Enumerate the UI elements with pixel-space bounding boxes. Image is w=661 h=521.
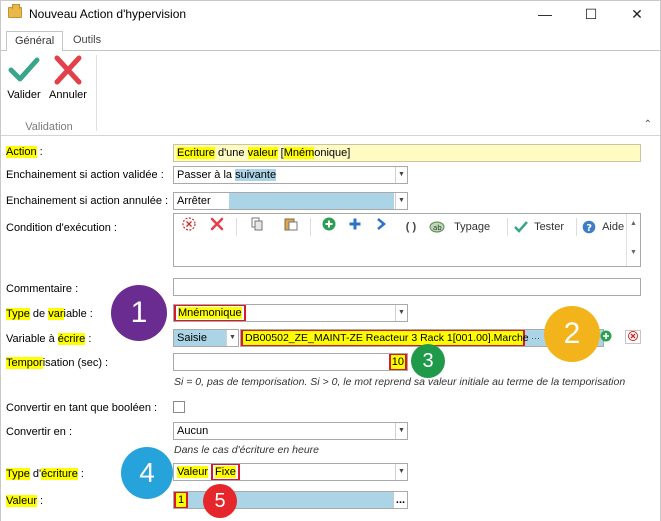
minimize-button[interactable]: — [522, 1, 568, 27]
variable-browse-button[interactable]: ··· [531, 330, 540, 346]
type-variable-select[interactable]: Mnémonique ▼ [173, 304, 408, 322]
ribbon: Valider Annuler Validation ⌃ [1, 51, 660, 136]
tab-general[interactable]: Général [6, 31, 64, 52]
enchainement-annulee-label: Enchainement si action annulée : [6, 195, 169, 207]
temporisation-label: Temporisation (sec) : [6, 357, 109, 369]
check-icon [8, 57, 40, 82]
callout-badge-5: 5 [203, 484, 237, 518]
chevron-down-icon: ▼ [395, 305, 407, 321]
chevron-down-icon: ▼ [395, 423, 407, 439]
toolbar-divider [310, 218, 311, 236]
booleen-label: Convertir en tant que booléen : [6, 402, 158, 414]
annuler-button[interactable]: Annuler [48, 55, 88, 107]
close-button[interactable]: ✕ [614, 1, 660, 27]
add-variable-icon[interactable] [598, 330, 614, 344]
maximize-button[interactable]: ☐ [568, 1, 614, 27]
window-title: Nouveau Action d'hypervision [29, 7, 187, 21]
add-blue-icon[interactable] [346, 217, 364, 237]
type-variable-label: Type de variable : [6, 308, 93, 320]
temporisation-hint: Si = 0, pas de temporisation. Si > 0, le… [174, 376, 626, 388]
toolbar-divider [576, 218, 577, 236]
copy-icon[interactable] [248, 217, 266, 237]
callout-badge-2: 2 [544, 306, 600, 362]
svg-text:ab: ab [433, 224, 442, 232]
add-green-icon[interactable] [320, 217, 338, 237]
callout-badge-1: 1 [111, 285, 167, 341]
collapse-ribbon-icon[interactable]: ⌃ [644, 119, 652, 130]
action-label: Action : [6, 146, 43, 158]
check-icon [514, 221, 528, 233]
condition-editor[interactable]: ( ) ab Typage Tester ? Aide ▲ ▼ [173, 213, 641, 267]
chevron-right-icon[interactable] [372, 217, 390, 237]
tab-outils[interactable]: Outils [65, 31, 109, 51]
parentheses-button[interactable]: ( ) [400, 217, 422, 237]
callout-badge-4: 4 [121, 447, 173, 499]
ribbon-tabs: Général Outils [1, 28, 660, 52]
delete-condition-icon[interactable] [208, 217, 226, 237]
valeur-browse-button[interactable]: ... [393, 492, 407, 508]
selection-highlight [229, 193, 394, 209]
annuler-label: Annuler [49, 89, 87, 101]
toolbar-divider [236, 218, 237, 236]
commentaire-label: Commentaire : [6, 283, 79, 295]
folder-icon [8, 4, 22, 18]
variable-ecrire-value: DB00502_ZE_MAINT-ZE Reacteur 3 Rack 1[00… [241, 330, 529, 346]
enchainement-annulee-select[interactable]: Arrêter ▼ [173, 192, 408, 210]
type-ecriture-select[interactable]: Valeur Fixe ▼ [173, 463, 408, 481]
chevron-down-icon: ▼ [226, 330, 238, 346]
cross-icon [54, 55, 82, 85]
enchainement-validee-select[interactable]: Passer à la suivante ▼ [173, 166, 408, 184]
chevron-down-icon: ▼ [395, 193, 407, 209]
condition-label: Condition d'exécution : [6, 222, 117, 234]
scroll-up-icon[interactable]: ▲ [627, 220, 640, 227]
remove-variable-icon[interactable] [625, 330, 641, 344]
variable-mode-select[interactable]: Saisie ▼ [173, 329, 239, 347]
aide-button[interactable]: ? Aide [582, 217, 628, 237]
type-ecriture-label: Type d'écriture : [6, 468, 84, 480]
valider-label: Valider [7, 89, 41, 101]
valeur-value: 1 [174, 492, 188, 508]
temporisation-value: 10 [388, 354, 407, 370]
validation-group-label: Validation [25, 121, 73, 133]
type-ecriture-fixe: Fixe [211, 464, 240, 480]
action-window: Nouveau Action d'hypervision — ☐ ✕ Génér… [0, 0, 661, 521]
scroll-down-icon[interactable]: ▼ [627, 249, 640, 256]
variable-ecrire-label: Variable à écrire : [6, 333, 92, 345]
convertir-select[interactable]: Aucun ▼ [173, 422, 408, 440]
help-icon: ? [582, 220, 596, 234]
valider-button[interactable]: Valider [4, 55, 44, 107]
group-divider [96, 55, 97, 131]
commentaire-input[interactable] [173, 278, 641, 296]
chevron-down-icon: ▼ [395, 464, 407, 480]
tester-button[interactable]: Tester [514, 217, 570, 237]
enchainement-validee-label: Enchainement si action validée : [6, 169, 164, 181]
convertir-label: Convertir en : [6, 426, 73, 438]
toolbar-divider [507, 218, 508, 236]
typage-button[interactable]: ab Typage [429, 217, 499, 237]
chevron-down-icon: ▼ [395, 167, 407, 183]
paste-icon[interactable] [282, 217, 300, 237]
title-bar: Nouveau Action d'hypervision — ☐ ✕ [1, 1, 660, 27]
typage-icon: ab [429, 221, 445, 233]
condition-scrollbar[interactable]: ▲ ▼ [626, 214, 640, 266]
temporisation-input[interactable]: 10 [173, 353, 408, 371]
type-variable-value: Mnémonique [174, 305, 246, 321]
booleen-checkbox[interactable] [173, 401, 185, 413]
svg-text:?: ? [586, 223, 592, 234]
callout-badge-3: 3 [411, 344, 445, 378]
valeur-label: Valeur : [6, 495, 44, 507]
clear-condition-icon[interactable] [180, 217, 198, 237]
action-field[interactable]: Ecriture d'une valeur [Mnémonique] [173, 144, 641, 162]
convertir-hint: Dans le cas d'écriture en heure [174, 444, 320, 456]
